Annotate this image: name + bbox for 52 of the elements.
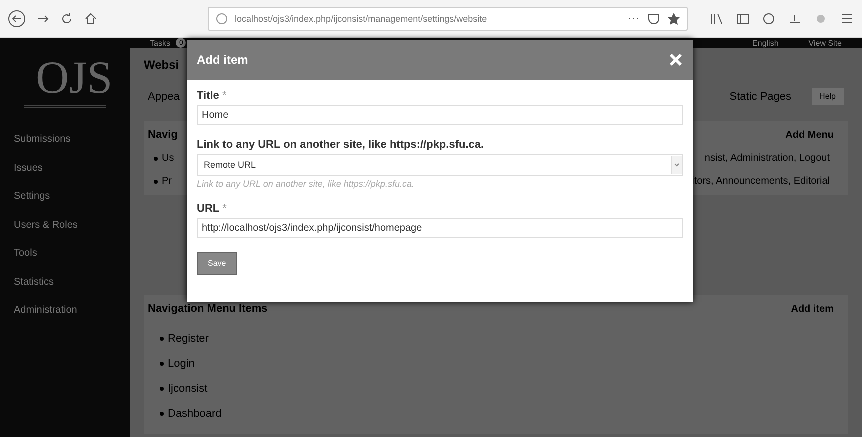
dialog-title: Add item — [197, 53, 248, 67]
field-label: URL * — [197, 203, 228, 215]
sidebar-item[interactable]: Statistics — [0, 268, 130, 298]
tab[interactable]: Static Pages — [730, 90, 792, 102]
top-link[interactable]: View Site — [808, 38, 842, 48]
add-menu-button[interactable]: Add Menu — [776, 129, 844, 141]
field-label: Title * — [197, 90, 228, 102]
sidebar-item[interactable]: Users & Roles — [0, 212, 130, 240]
caret-icon — [671, 156, 682, 174]
home-icon[interactable] — [84, 12, 98, 26]
help-text: Link to any URL on another site, like https://pkp.sfu.ca. — [197, 179, 416, 189]
sidebar-item[interactable]: Administration — [0, 297, 130, 326]
tab[interactable]: Appea — [148, 90, 180, 102]
save-button[interactable]: Save — [197, 252, 238, 275]
dropdown-field[interactable]: Remote URL — [197, 154, 683, 176]
panel-title: Navigation Menu Items — [148, 303, 268, 315]
menu-item[interactable]: Ijconsist — [168, 383, 208, 395]
star-icon[interactable] — [667, 12, 681, 26]
bullet-icon — [160, 337, 164, 341]
menu-item[interactable]: Register — [168, 333, 209, 345]
page-title: Websi — [144, 58, 180, 72]
close-icon[interactable] — [669, 53, 683, 67]
panel-title: Navig — [148, 129, 178, 141]
tasks-link[interactable]: Tasks — [150, 38, 170, 48]
menu-item[interactable]: Login — [168, 358, 195, 370]
add-item-button[interactable]: Add item — [781, 303, 844, 315]
sidebar-icon[interactable] — [736, 12, 750, 26]
sidebar-item[interactable]: Tools — [0, 240, 130, 269]
logo: OJS — [35, 51, 114, 105]
menu-icon[interactable] — [840, 12, 854, 26]
help-button[interactable]: Help — [812, 88, 844, 105]
bullet-icon — [154, 156, 158, 160]
field-label: Link to any URL on another site, like https://pkp.sfu.ca. — [197, 139, 486, 151]
library-icon[interactable] — [710, 12, 724, 26]
sidebar-item[interactable]: Issues — [0, 154, 130, 184]
bullet-icon — [160, 362, 164, 366]
sidebar-item[interactable]: Submissions — [0, 126, 130, 155]
address-bar[interactable]: localhost/ojs3/index.php/ijconsist/management/settings/website — [208, 6, 688, 30]
back-icon[interactable] — [8, 10, 26, 28]
bullet-icon — [160, 387, 164, 391]
menu-items-text: itors, Announcements, Editorial — [692, 176, 830, 187]
reload-icon[interactable] — [60, 12, 74, 26]
menu-items-text: nsist, Administration, Logout — [704, 153, 830, 164]
menu-item[interactable]: Dashboard — [168, 408, 222, 420]
text-field[interactable]: Home — [197, 105, 683, 125]
top-link[interactable]: English — [752, 38, 779, 48]
menu-name: Pr — [162, 176, 172, 187]
menu-name: Us — [162, 153, 174, 164]
bullet-icon — [160, 412, 164, 416]
bullet-icon — [154, 180, 158, 184]
sidebar-item[interactable]: Settings — [0, 183, 130, 212]
text-field[interactable]: http://localhost/ojs3/index.php/ijconsist/homepage — [197, 218, 683, 238]
